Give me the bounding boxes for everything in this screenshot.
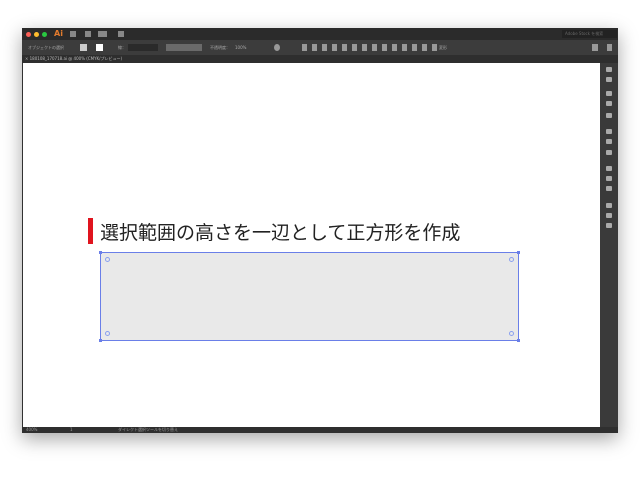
corner-widget[interactable] bbox=[509, 257, 514, 262]
artboards-icon[interactable] bbox=[606, 223, 612, 228]
image-icon[interactable] bbox=[606, 91, 612, 96]
isolate-icon[interactable] bbox=[592, 44, 598, 51]
status-hint[interactable]: ダイレクト選択ツールを切り替え bbox=[118, 427, 178, 433]
stroke-width-input[interactable] bbox=[128, 44, 158, 51]
corner-widget[interactable] bbox=[509, 331, 514, 336]
stroke-swatch[interactable] bbox=[96, 44, 103, 51]
corner-widget[interactable] bbox=[105, 257, 110, 262]
title-bar: Ai Adobe Stock を検索 bbox=[22, 28, 618, 40]
selection-label: オブジェクトの選択 bbox=[28, 45, 64, 50]
stock-icon[interactable] bbox=[85, 31, 91, 37]
artboard-canvas[interactable]: 選択範囲の高さを一辺として正方形を作成 bbox=[23, 63, 600, 427]
corner-widget[interactable] bbox=[105, 331, 110, 336]
app-logo: Ai bbox=[54, 29, 63, 38]
arrange-documents-icon[interactable] bbox=[98, 31, 107, 37]
align-buttons[interactable] bbox=[302, 44, 442, 51]
illustrator-window: Ai Adobe Stock を検索 オブジェクトの選択 線： 不透明度： 10… bbox=[22, 28, 618, 433]
libraries-icon[interactable] bbox=[606, 77, 612, 82]
document-tab[interactable]: × 180108_170718.ai @ 400% (CMYK/プレビュー) bbox=[22, 55, 618, 63]
color-panel-icon[interactable] bbox=[606, 67, 612, 72]
transform-link[interactable]: 変形 bbox=[439, 45, 447, 51]
control-bar: オブジェクトの選択 線： 不透明度： 100% 変形 bbox=[22, 40, 618, 55]
artboard-heading: 選択範囲の高さを一辺として正方形を作成 bbox=[100, 222, 461, 244]
graphic-styles-icon[interactable] bbox=[606, 176, 612, 181]
asset-export-icon[interactable] bbox=[606, 186, 612, 191]
minimize-button[interactable] bbox=[34, 32, 39, 37]
fill-swatch[interactable] bbox=[80, 44, 87, 51]
stock-search-input[interactable]: Adobe Stock を検索 bbox=[562, 30, 617, 38]
close-tab-icon[interactable]: × bbox=[25, 56, 28, 61]
panel-menu-icon[interactable] bbox=[607, 44, 612, 51]
anchor-point[interactable] bbox=[517, 339, 520, 342]
red-accent-bar bbox=[88, 218, 93, 244]
artboard-number[interactable]: 1 bbox=[70, 427, 73, 433]
anchor-point[interactable] bbox=[517, 251, 520, 254]
layers-icon[interactable] bbox=[606, 213, 612, 218]
zoom-button[interactable] bbox=[42, 32, 47, 37]
symbols-icon[interactable] bbox=[606, 101, 612, 106]
close-button[interactable] bbox=[26, 32, 31, 37]
bridge-icon[interactable] bbox=[70, 31, 76, 37]
gradient-icon[interactable] bbox=[606, 139, 612, 144]
gpu-icon[interactable] bbox=[118, 31, 124, 37]
status-bar: 400% 1 ダイレクト選択ツールを切り替え bbox=[22, 427, 618, 433]
opacity-label: 不透明度： bbox=[210, 45, 230, 50]
zoom-level[interactable]: 400% bbox=[26, 427, 37, 433]
appearance-icon[interactable] bbox=[606, 166, 612, 171]
document-title: 180108_170718.ai @ 400% (CMYK/プレビュー) bbox=[29, 56, 123, 61]
anchor-point[interactable] bbox=[99, 251, 102, 254]
selected-rectangle[interactable] bbox=[99, 251, 520, 342]
right-panel-dock bbox=[600, 63, 618, 427]
opacity-input[interactable]: 100% bbox=[235, 45, 246, 50]
stroke-label: 線： bbox=[118, 45, 126, 50]
transparency-icon[interactable] bbox=[606, 150, 612, 155]
stroke-panel-icon[interactable] bbox=[606, 129, 612, 134]
recolor-icon[interactable] bbox=[274, 44, 280, 51]
anchor-point[interactable] bbox=[99, 339, 102, 342]
transform-panel-icon[interactable] bbox=[606, 203, 612, 208]
club-icon[interactable] bbox=[606, 113, 612, 118]
brush-dropdown[interactable] bbox=[166, 44, 202, 51]
